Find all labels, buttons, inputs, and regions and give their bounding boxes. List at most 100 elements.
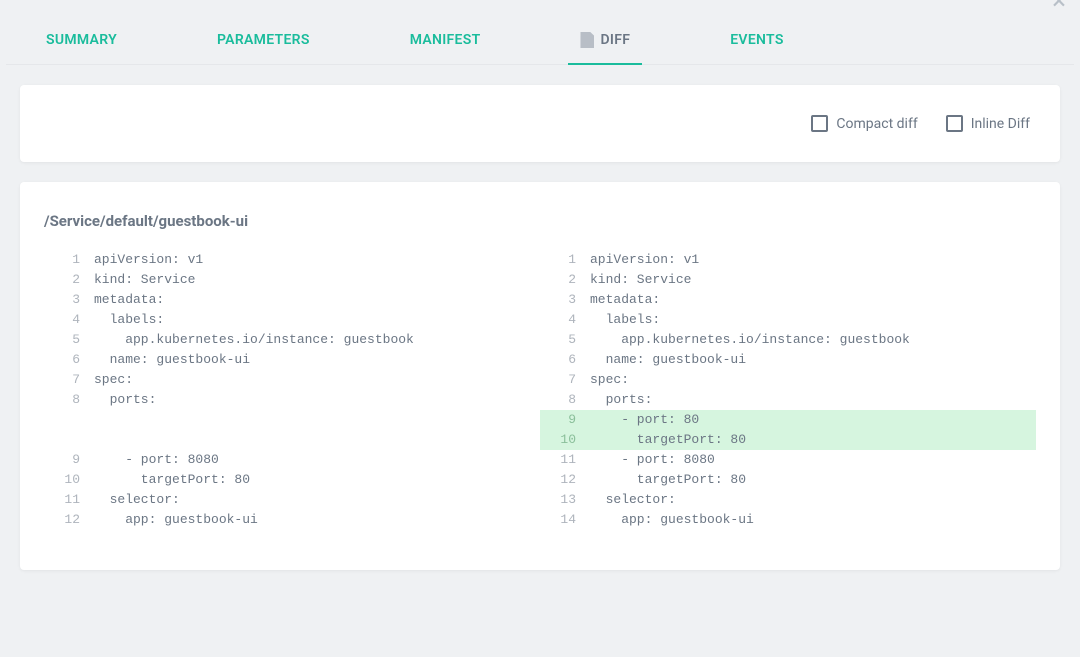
diff-line: 6 name: guestbook-ui (540, 350, 1036, 370)
line-number: 5 (540, 330, 590, 350)
line-number: 3 (540, 290, 590, 310)
tab-events[interactable]: EVENTS (730, 24, 783, 64)
diff-panes: 1apiVersion: v12kind: Service3metadata:4… (44, 250, 1036, 530)
diff-line: 12 targetPort: 80 (540, 470, 1036, 490)
line-number: 10 (540, 430, 590, 450)
diff-viewer-card: /Service/default/guestbook-ui 1apiVersio… (20, 182, 1060, 570)
tab-bar: SUMMARY PARAMETERS MANIFEST DIFF EVENTS (6, 0, 1074, 65)
tab-diff[interactable]: DIFF (580, 24, 630, 64)
line-number: 2 (540, 270, 590, 290)
line-number: 1 (44, 250, 94, 270)
line-code: labels: (94, 310, 540, 330)
close-icon[interactable]: × (1052, 0, 1066, 14)
line-number: 11 (44, 490, 94, 510)
inline-diff-checkbox[interactable]: Inline Diff (946, 115, 1030, 132)
line-code: kind: Service (94, 270, 540, 290)
line-code: app: guestbook-ui (94, 510, 540, 530)
line-code: ports: (94, 390, 540, 410)
line-number: 13 (540, 490, 590, 510)
diff-line: 8 ports: (44, 390, 540, 410)
line-code: kind: Service (590, 270, 1036, 290)
diff-options-card: Compact diff Inline Diff (20, 85, 1060, 162)
line-number: 7 (540, 370, 590, 390)
line-code: targetPort: 80 (590, 470, 1036, 490)
line-code: selector: (94, 490, 540, 510)
diff-line: 2kind: Service (540, 270, 1036, 290)
line-number: 2 (44, 270, 94, 290)
diff-line: 11 selector: (44, 490, 540, 510)
line-number: 9 (44, 450, 94, 470)
line-code: - port: 80 (590, 410, 1036, 430)
compact-diff-label: Compact diff (836, 116, 917, 132)
line-number: 4 (44, 310, 94, 330)
diff-line: 4 labels: (44, 310, 540, 330)
tab-manifest[interactable]: MANIFEST (410, 24, 481, 64)
diff-line: 8 ports: (540, 390, 1036, 410)
checkbox-icon (811, 115, 828, 132)
diff-line: 7spec: (540, 370, 1036, 390)
line-code: metadata: (94, 290, 540, 310)
diff-line (44, 430, 540, 450)
line-number: 9 (540, 410, 590, 430)
line-number: 5 (44, 330, 94, 350)
tab-parameters[interactable]: PARAMETERS (217, 24, 310, 64)
line-number: 6 (44, 350, 94, 370)
line-code: targetPort: 80 (94, 470, 540, 490)
line-number: 8 (44, 390, 94, 410)
line-number: 4 (540, 310, 590, 330)
line-code: apiVersion: v1 (94, 250, 540, 270)
compact-diff-checkbox[interactable]: Compact diff (811, 115, 917, 132)
checkbox-icon (946, 115, 963, 132)
diff-line: 11 - port: 8080 (540, 450, 1036, 470)
line-code: name: guestbook-ui (590, 350, 1036, 370)
line-code: name: guestbook-ui (94, 350, 540, 370)
line-code: labels: (590, 310, 1036, 330)
line-code: app: guestbook-ui (590, 510, 1036, 530)
line-code: metadata: (590, 290, 1036, 310)
line-number: 12 (540, 470, 590, 490)
line-code: app.kubernetes.io/instance: guestbook (94, 330, 540, 350)
line-code: apiVersion: v1 (590, 250, 1036, 270)
line-number: 14 (540, 510, 590, 530)
tab-diff-label: DIFF (600, 32, 630, 48)
diff-line: 2kind: Service (44, 270, 540, 290)
diff-line: 14 app: guestbook-ui (540, 510, 1036, 530)
diff-line: 12 app: guestbook-ui (44, 510, 540, 530)
line-code: targetPort: 80 (590, 430, 1036, 450)
line-number: 11 (540, 450, 590, 470)
line-number: 6 (540, 350, 590, 370)
tab-summary[interactable]: SUMMARY (46, 24, 117, 64)
diff-line: 7spec: (44, 370, 540, 390)
line-number: 7 (44, 370, 94, 390)
diff-line: 3metadata: (540, 290, 1036, 310)
diff-pane-left: 1apiVersion: v12kind: Service3metadata:4… (44, 250, 540, 530)
line-number: 3 (44, 290, 94, 310)
line-code: selector: (590, 490, 1036, 510)
diff-line: 9 - port: 80 (540, 410, 1036, 430)
diff-line: 5 app.kubernetes.io/instance: guestbook (44, 330, 540, 350)
diff-line: 3metadata: (44, 290, 540, 310)
line-code: spec: (590, 370, 1036, 390)
diff-line: 1apiVersion: v1 (44, 250, 540, 270)
line-number: 8 (540, 390, 590, 410)
line-number: 10 (44, 470, 94, 490)
diff-line: 6 name: guestbook-ui (44, 350, 540, 370)
diff-pane-right: 1apiVersion: v12kind: Service3metadata:4… (540, 250, 1036, 530)
line-code: spec: (94, 370, 540, 390)
diff-resource-title: /Service/default/guestbook-ui (44, 212, 1036, 230)
diff-line: 9 - port: 8080 (44, 450, 540, 470)
diff-line: 13 selector: (540, 490, 1036, 510)
diff-line: 4 labels: (540, 310, 1036, 330)
diff-line: 5 app.kubernetes.io/instance: guestbook (540, 330, 1036, 350)
diff-line: 1apiVersion: v1 (540, 250, 1036, 270)
inline-diff-label: Inline Diff (971, 116, 1030, 132)
diff-options-toolbar: Compact diff Inline Diff (20, 85, 1060, 162)
line-code: - port: 8080 (94, 450, 540, 470)
diff-line: 10 targetPort: 80 (44, 470, 540, 490)
diff-line (44, 410, 540, 430)
line-code: ports: (590, 390, 1036, 410)
line-number: 12 (44, 510, 94, 530)
line-code: - port: 8080 (590, 450, 1036, 470)
line-number: 1 (540, 250, 590, 270)
line-code: app.kubernetes.io/instance: guestbook (590, 330, 1036, 350)
